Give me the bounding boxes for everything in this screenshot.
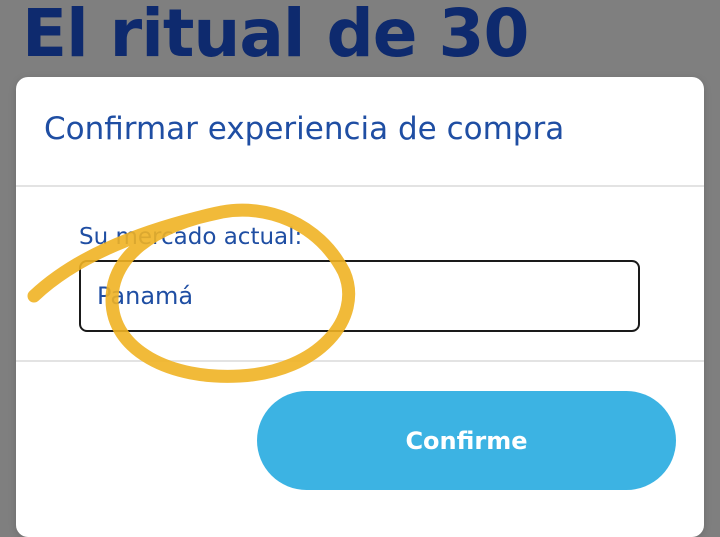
confirm-market-dialog: Confirmar experiencia de compra Su merca… <box>16 77 704 537</box>
background-page-title: El ritual de 30 <box>22 0 529 72</box>
market-input[interactable] <box>79 260 640 332</box>
dialog-title: Confirmar experiencia de compra <box>44 111 565 147</box>
footer-divider <box>16 360 704 362</box>
market-field-label: Su mercado actual: <box>79 224 303 250</box>
dialog-header: Confirmar experiencia de compra <box>16 77 704 187</box>
confirm-button[interactable]: Confirme <box>257 391 676 490</box>
